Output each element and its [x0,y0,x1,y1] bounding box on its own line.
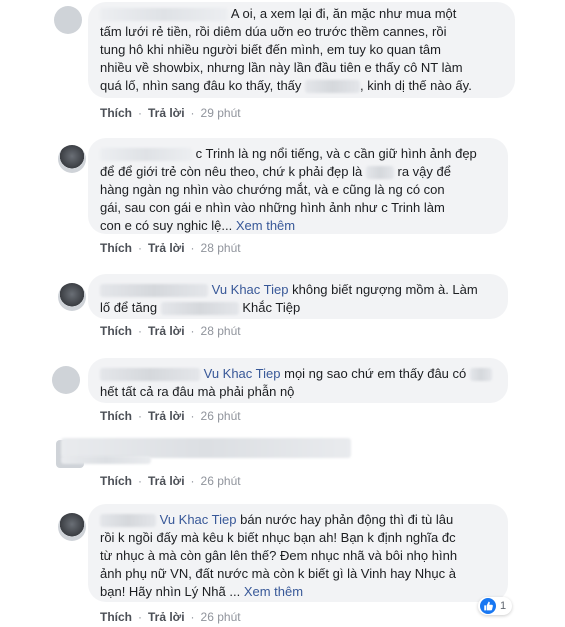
timestamp[interactable]: 26 phút [201,610,241,624]
reaction-summary[interactable]: 1 [478,597,513,615]
thumbs-up-icon [480,598,496,614]
comment-text-line: , kinh dị thế nào ấy. [360,78,472,93]
timestamp[interactable]: 26 phút [201,409,241,423]
comment-bubble: Vu Khac Tiep mọi ng sao chứ em thấy đâu … [88,358,508,403]
timestamp[interactable]: 26 phút [201,474,241,488]
comment-text-line: Khắc Tiệp [242,300,301,315]
avatar[interactable] [54,6,82,34]
see-more-link[interactable]: Xem thêm [244,584,303,599]
avatar[interactable] [58,145,86,173]
timestamp[interactable]: 28 phút [201,324,241,338]
comment-text-line: A oi, a xem lại đi, ăn mặc như mua một [230,6,457,21]
reply-link[interactable]: Trả lời [148,324,185,338]
comment-text-line: hàng ngàn ng nhìn vào chướng mắt, và e c… [100,182,445,197]
comment-text-line: để để giới trẻ còn nêu theo, chứ k phải … [100,164,363,179]
like-link[interactable]: Thích [100,409,132,423]
timestamp[interactable]: 29 phút [201,106,241,120]
reply-link[interactable]: Trả lời [148,106,185,120]
blurred-comment-text [61,456,151,464]
mention-link[interactable]: Vu Khac Tiep [204,366,281,381]
like-link[interactable]: Thích [100,610,132,624]
comment-actions: Thích · Trả lời · 29 phút [100,106,241,120]
see-more-link[interactable]: Xem thêm [236,218,295,233]
avatar[interactable] [58,283,86,311]
comment-text-line: c Trinh là ng nổi tiếng, và c cần giữ hì… [195,146,477,161]
comment-bubble: A oi, a xem lại đi, ăn mặc như mua một t… [88,2,515,98]
comment-text-line: lố để tăng [100,300,158,315]
mention-link[interactable]: Vu Khac Tiep [212,282,289,297]
like-link[interactable]: Thích [100,241,132,255]
comment-text-line: gái, sau con gái e nhìn vào những hình ả… [100,200,445,215]
comment-text-line: ra vậy để [397,164,451,179]
comment-text-line: con e có suy nghic lệ... [100,218,233,233]
comment-text-line: bán nước hay phản động thì đi tù lâu [240,512,454,527]
comment-actions: Thích · Trả lời · 26 phút [100,610,241,624]
comment-text-line: không biết ngượng mồm à. Làm [292,282,478,297]
comment-text-line: tấm lưới rẻ tiền, rồi diêm dúa uỡn eo tr… [100,24,447,39]
comment-text-line: hết tất cả ra đâu mà phải phẫn nộ [100,384,295,399]
reply-link[interactable]: Trả lời [148,610,185,624]
blurred-comment-text [61,438,351,458]
reply-link[interactable]: Trả lời [148,474,185,488]
comment-actions: Thích · Trả lời · 28 phút [100,241,241,255]
comment-text-line: mọi ng sao chứ em thấy đâu có [284,366,467,381]
comment-text-line: ảnh phụ nữ VN, đất nước mà còn k biết gì… [100,566,456,581]
comment-actions: Thích · Trả lời · 26 phút [100,474,241,488]
avatar[interactable] [52,366,80,394]
reply-link[interactable]: Trả lời [148,409,185,423]
reply-link[interactable]: Trả lời [148,241,185,255]
comment-text-line: quá lố, nhìn sang đâu ko thấy, thấy [100,78,302,93]
comment-text-line: bạn! Hãy nhìn Lý Nhã ... [100,584,241,599]
reaction-count: 1 [500,600,507,612]
like-link[interactable]: Thích [100,324,132,338]
comment-actions: Thích · Trả lời · 26 phút [100,409,241,423]
comment-text-line: rồi k ngồi đấy mà kêu k biết nhục bạn ah… [100,530,456,545]
comment-bubble: Vu Khac Tiep bán nước hay phản động thì … [88,504,508,602]
comment-bubble: c Trinh là ng nổi tiếng, và c cần giữ hì… [88,138,508,234]
comment-actions: Thích · Trả lời · 28 phút [100,324,241,338]
comment-text-line: từ nhục à mà còn gân lên thế? Đem nhục n… [100,548,458,563]
mention-link[interactable]: Vu Khac Tiep [160,512,237,527]
comment-text-line: nhiều về showbix, nhưng lần này lần đầu … [100,60,463,75]
comment-text-line: tung hô khi nhiều người biết đến mình, e… [100,42,441,57]
like-link[interactable]: Thích [100,474,132,488]
like-link[interactable]: Thích [100,106,132,120]
timestamp[interactable]: 28 phút [201,241,241,255]
comment-bubble: Vu Khac Tiep không biết ngượng mồm à. Là… [88,274,508,319]
avatar[interactable] [58,513,86,541]
